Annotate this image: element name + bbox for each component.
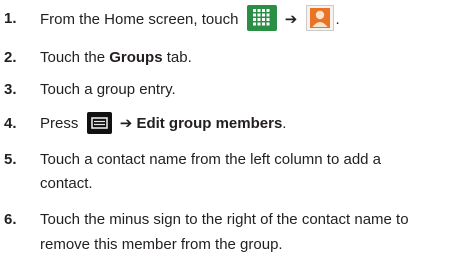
- step-text-before: From the Home screen, touch: [40, 10, 239, 28]
- step-text-line-1: Touch a contact name from the left colum…: [40, 151, 382, 168]
- edit-group-members-label: Edit group members: [136, 115, 283, 132]
- step-6-continued: remove this member from the group.: [0, 233, 457, 257]
- menu-key-icon: [86, 112, 112, 135]
- step-text-before: Press: [40, 115, 79, 132]
- step-3: 3. Touch a group entry.: [0, 78, 457, 102]
- step-text-after: tab.: [166, 49, 192, 66]
- step-6: 6. Touch the minus sign to the right of …: [0, 208, 457, 232]
- contacts-icon: [305, 5, 334, 31]
- groups-tab-label: Groups: [109, 49, 163, 66]
- step-text-before: Touch the: [40, 49, 106, 66]
- step-number: 4.: [4, 115, 17, 132]
- step-number: 2.: [4, 49, 17, 66]
- instruction-steps: 1. From the Home screen, touch ➔ . 2. To…: [0, 0, 457, 268]
- step-number: 6.: [4, 211, 17, 228]
- step-text: Touch the Groups tab.: [40, 46, 192, 70]
- arrow: ➔: [284, 10, 298, 28]
- step-text-after: .: [282, 115, 287, 132]
- step-text: Press ➔ Edit group members.: [40, 112, 286, 136]
- step-text-line-2: contact.: [40, 175, 93, 192]
- step-text: From the Home screen, touch ➔ .: [40, 5, 340, 33]
- step-number: 5.: [4, 151, 17, 168]
- step-text-after: .: [335, 10, 340, 28]
- step-number: 3.: [4, 81, 17, 98]
- step-text-line-1: Touch the minus sign to the right of the…: [40, 211, 409, 228]
- step-number: 1.: [4, 10, 17, 27]
- arrow: ➔: [119, 115, 133, 132]
- apps-grid-icon: [246, 5, 277, 31]
- step-text-line-2: remove this member from the group.: [40, 236, 283, 253]
- step-2: 2. Touch the Groups tab.: [0, 46, 457, 70]
- step-5-continued: contact.: [0, 172, 457, 196]
- step-text: Touch a group entry.: [40, 81, 176, 98]
- step-1: 1. From the Home screen, touch ➔ .: [0, 5, 457, 33]
- step-4: 4. Press ➔ Edit group members.: [0, 112, 457, 136]
- step-5: 5. Touch a contact name from the left co…: [0, 148, 457, 172]
